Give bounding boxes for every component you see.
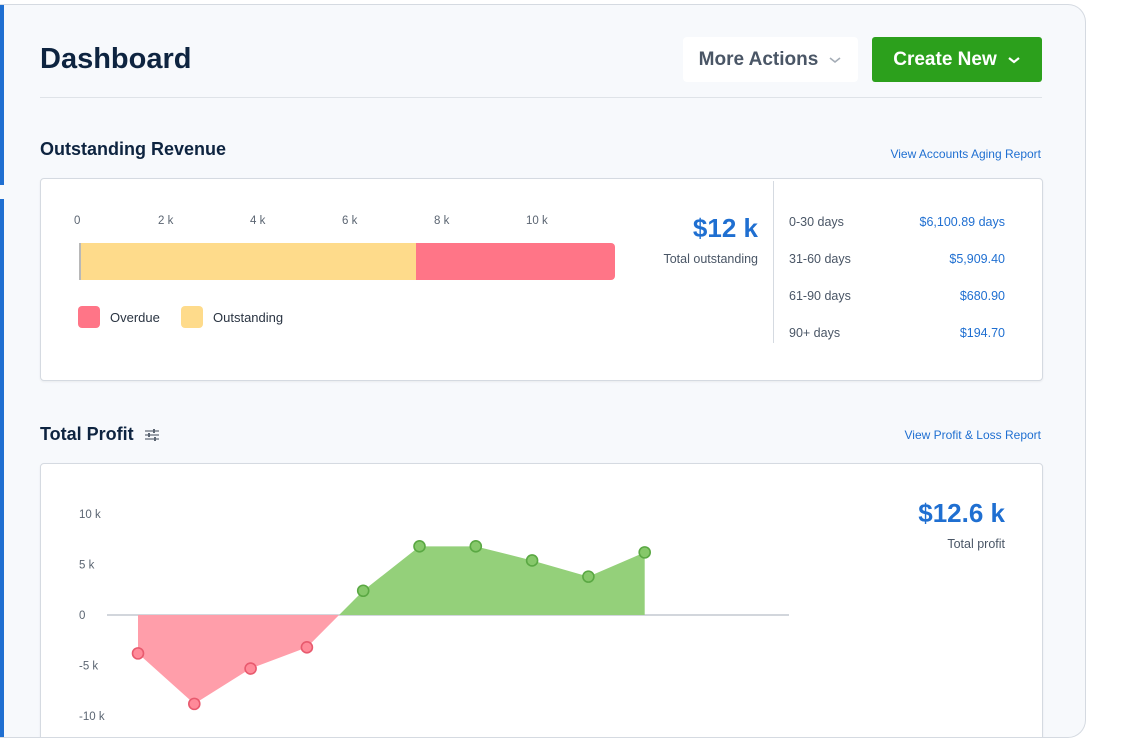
positive-profit-area [339, 546, 645, 615]
profit-data-point [244, 662, 257, 675]
total-profit-value: $12.6 k [918, 498, 1005, 528]
profit-data-point [300, 641, 314, 654]
profit-data-point [188, 697, 201, 711]
total-outstanding-value: $12 k [692, 213, 758, 243]
view-profit-loss-report-link[interactable]: View Profit & Loss Report [904, 428, 1041, 442]
profit-data-point [469, 540, 483, 553]
aging-value[interactable]: $680.90 [960, 289, 1005, 303]
section-title-total-profit: Total Profit [40, 424, 160, 445]
y-axis-tick: 0 [79, 610, 85, 622]
page-title: Dashboard [40, 43, 192, 75]
legend-outstanding: Outstanding [181, 306, 283, 328]
aging-value[interactable]: $194.70 [960, 326, 1005, 340]
create-new-label: Create New [893, 48, 997, 70]
aging-label: 0-30 days [789, 215, 844, 229]
aging-value[interactable]: $5,909.40 [949, 252, 1005, 266]
axis-tick: 6 k [342, 215, 358, 227]
dashboard-panel: Dashboard More Actions Create New Outsta… [0, 4, 1086, 738]
legend-label-overdue: Overdue [110, 309, 160, 325]
axis-tick: 0 [74, 215, 81, 227]
overdue-bar-segment[interactable] [416, 243, 615, 280]
outstanding-revenue-card: 0 2 k 4 k 6 k 8 k 10 k Overdue Outstandi… [40, 178, 1043, 381]
profit-area-chart[interactable]: 10 k 5 k 0 -5 k -10 k [41, 464, 841, 738]
overdue-swatch [78, 306, 100, 328]
more-actions-label: More Actions [698, 48, 819, 70]
y-axis-tick: -10 k [79, 711, 105, 723]
profit-data-point [638, 546, 652, 559]
aging-label: 31-60 days [789, 252, 851, 266]
aging-value[interactable]: $6,100.89 days [920, 215, 1006, 229]
aging-label: 61-90 days [789, 289, 851, 303]
outstanding-swatch [181, 306, 203, 328]
chevron-down-icon [829, 56, 841, 63]
y-axis-tick: -5 k [79, 661, 98, 673]
profit-data-point [582, 570, 595, 583]
axis-tick: 4 k [250, 215, 266, 227]
profit-data-point [525, 554, 539, 567]
section-title-outstanding-revenue: Outstanding Revenue [40, 139, 226, 160]
view-aging-report-link[interactable]: View Accounts Aging Report [890, 147, 1041, 161]
axis-tick: 2 k [158, 215, 174, 227]
outstanding-title: Outstanding Revenue [40, 139, 227, 159]
y-axis-tick: 10 k [79, 509, 101, 521]
legend-overdue: Overdue [78, 306, 160, 328]
legend-label-outstanding: Outstanding [213, 309, 284, 325]
negative-profit-area [138, 615, 340, 704]
total-profit-label: Total profit [947, 537, 1005, 551]
aging-divider [773, 181, 774, 343]
chevron-down-icon [1008, 56, 1020, 63]
more-actions-button[interactable]: More Actions [683, 37, 858, 82]
y-axis-tick: 5 k [79, 560, 95, 572]
profit-data-point [356, 584, 370, 598]
profit-data-point [131, 647, 145, 660]
axis-tick: 8 k [434, 215, 450, 227]
profit-data-point [413, 540, 426, 553]
aging-label: 90+ days [789, 326, 841, 340]
profit-title: Total Profit [40, 424, 134, 444]
total-profit-card: 10 k 5 k 0 -5 k -10 k $12.6 k Total profit [40, 463, 1043, 738]
filter-sliders-icon[interactable] [144, 428, 160, 442]
outstanding-bar-segment[interactable] [79, 243, 417, 280]
header-divider [40, 97, 1042, 98]
total-outstanding-label: Total outstanding [663, 252, 758, 266]
left-accent-bar [0, 5, 4, 185]
create-new-button[interactable]: Create New [872, 37, 1042, 82]
outstanding-revenue-bar[interactable] [79, 243, 615, 280]
axis-tick: 10 k [526, 215, 548, 227]
left-accent-bar [0, 199, 4, 737]
